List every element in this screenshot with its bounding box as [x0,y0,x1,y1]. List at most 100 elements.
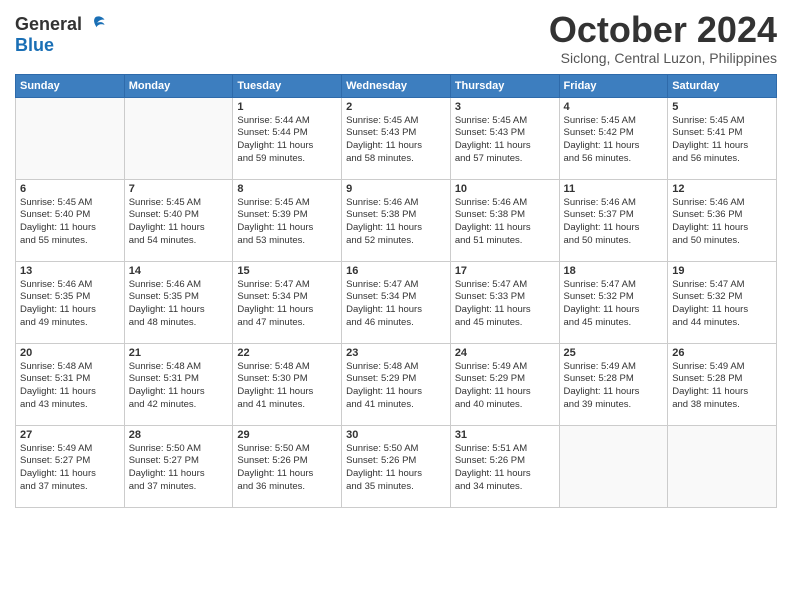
day-number: 14 [129,265,229,277]
cell-line: Daylight: 11 hours [672,304,772,317]
cell-line: Sunrise: 5:44 AM [237,115,337,128]
calendar-week-2: 6 Sunrise: 5:45 AM Sunset: 5:40 PM Daylight… [16,179,777,261]
cell-line: Daylight: 11 hours [129,468,229,481]
cell-line: Sunset: 5:29 PM [346,373,446,386]
cell-line: Sunrise: 5:47 AM [237,279,337,292]
cell-line: and 52 minutes. [346,235,446,248]
day-number: 12 [672,183,772,195]
cell-line: Sunrise: 5:48 AM [346,361,446,374]
cell-line: Sunset: 5:32 PM [564,291,664,304]
day-number: 26 [672,347,772,359]
cell-line: and 56 minutes. [564,153,664,166]
cell-line: Daylight: 11 hours [564,386,664,399]
cell-line: and 51 minutes. [455,235,555,248]
cell-line: Sunrise: 5:47 AM [455,279,555,292]
cell-line: Daylight: 11 hours [237,386,337,399]
cell-line: and 40 minutes. [455,399,555,412]
calendar-header-row: SundayMondayTuesdayWednesdayThursdayFrid… [16,74,777,97]
cell-line: Sunrise: 5:46 AM [20,279,120,292]
cell-line: and 50 minutes. [564,235,664,248]
cell-line: Sunset: 5:37 PM [564,209,664,222]
cell-line: Daylight: 11 hours [564,222,664,235]
cell-line: Daylight: 11 hours [346,222,446,235]
cell-line: Sunrise: 5:45 AM [20,197,120,210]
day-header-sunday: Sunday [16,74,125,97]
cell-line: Sunrise: 5:45 AM [455,115,555,128]
calendar-cell: 16Sunrise: 5:47 AMSunset: 5:34 PMDayligh… [342,261,451,343]
cell-line: Sunset: 5:34 PM [346,291,446,304]
day-header-friday: Friday [559,74,668,97]
cell-line: and 45 minutes. [455,317,555,330]
cell-line: Daylight: 11 hours [237,468,337,481]
title-section: October 2024 Siclong, Central Luzon, Phi… [549,10,777,66]
header: General Blue October 2024 Siclong, Centr… [15,10,777,66]
cell-line: and 42 minutes. [129,399,229,412]
day-header-saturday: Saturday [668,74,777,97]
calendar-cell: 29Sunrise: 5:50 AMSunset: 5:26 PMDayligh… [233,425,342,507]
calendar-cell: 30Sunrise: 5:50 AMSunset: 5:26 PMDayligh… [342,425,451,507]
cell-line: Daylight: 11 hours [129,386,229,399]
day-header-monday: Monday [124,74,233,97]
calendar-cell [559,425,668,507]
calendar-cell: 5Sunrise: 5:45 AMSunset: 5:41 PMDaylight… [668,97,777,179]
day-number: 13 [20,265,120,277]
day-number: 31 [455,429,555,441]
page: General Blue October 2024 Siclong, Centr… [0,0,792,612]
calendar-cell: 7Sunrise: 5:45 AMSunset: 5:40 PMDaylight… [124,179,233,261]
cell-line: and 39 minutes. [564,399,664,412]
calendar-cell: 24Sunrise: 5:49 AMSunset: 5:29 PMDayligh… [450,343,559,425]
cell-line: and 56 minutes. [672,153,772,166]
day-number: 18 [564,265,664,277]
cell-line: Sunset: 5:39 PM [237,209,337,222]
day-number: 3 [455,101,555,113]
day-number: 16 [346,265,446,277]
cell-line: and 34 minutes. [455,481,555,494]
cell-line: Daylight: 11 hours [672,222,772,235]
day-number: 10 [455,183,555,195]
calendar-cell: 18Sunrise: 5:47 AMSunset: 5:32 PMDayligh… [559,261,668,343]
cell-line: Sunset: 5:33 PM [455,291,555,304]
day-number: 6 [20,183,120,195]
cell-line: Sunset: 5:41 PM [672,127,772,140]
calendar-cell: 13Sunrise: 5:46 AMSunset: 5:35 PMDayligh… [16,261,125,343]
cell-line: Sunset: 5:26 PM [346,455,446,468]
cell-line: Daylight: 11 hours [20,304,120,317]
calendar-cell [668,425,777,507]
day-number: 1 [237,101,337,113]
cell-line: Sunset: 5:43 PM [455,127,555,140]
calendar-cell: 21Sunrise: 5:48 AMSunset: 5:31 PMDayligh… [124,343,233,425]
calendar-cell: 19Sunrise: 5:47 AMSunset: 5:32 PMDayligh… [668,261,777,343]
cell-line: Sunset: 5:27 PM [20,455,120,468]
cell-line: Sunrise: 5:46 AM [564,197,664,210]
day-number: 8 [237,183,337,195]
cell-line: Sunset: 5:27 PM [129,455,229,468]
calendar-cell: 8Sunrise: 5:45 AMSunset: 5:39 PMDaylight… [233,179,342,261]
day-number: 15 [237,265,337,277]
month-title: October 2024 [549,10,777,50]
day-number: 28 [129,429,229,441]
cell-line: Daylight: 11 hours [346,304,446,317]
calendar-cell: 12Sunrise: 5:46 AMSunset: 5:36 PMDayligh… [668,179,777,261]
cell-line: and 57 minutes. [455,153,555,166]
calendar-cell: 27Sunrise: 5:49 AMSunset: 5:27 PMDayligh… [16,425,125,507]
cell-line: Daylight: 11 hours [20,386,120,399]
calendar-cell: 22Sunrise: 5:48 AMSunset: 5:30 PMDayligh… [233,343,342,425]
cell-line: Sunset: 5:31 PM [129,373,229,386]
cell-line: Sunrise: 5:47 AM [564,279,664,292]
cell-line: Daylight: 11 hours [237,140,337,153]
calendar-cell [16,97,125,179]
cell-line: Daylight: 11 hours [455,386,555,399]
cell-line: Sunrise: 5:50 AM [237,443,337,456]
cell-line: Sunrise: 5:50 AM [129,443,229,456]
cell-line: Sunset: 5:30 PM [237,373,337,386]
cell-line: Sunset: 5:26 PM [455,455,555,468]
cell-line: Daylight: 11 hours [346,386,446,399]
cell-line: and 47 minutes. [237,317,337,330]
cell-line: and 49 minutes. [20,317,120,330]
cell-line: Sunrise: 5:45 AM [564,115,664,128]
calendar-week-3: 13Sunrise: 5:46 AMSunset: 5:35 PMDayligh… [16,261,777,343]
day-number: 5 [672,101,772,113]
day-header-thursday: Thursday [450,74,559,97]
cell-line: Sunset: 5:40 PM [129,209,229,222]
logo-blue-text: Blue [15,35,54,55]
